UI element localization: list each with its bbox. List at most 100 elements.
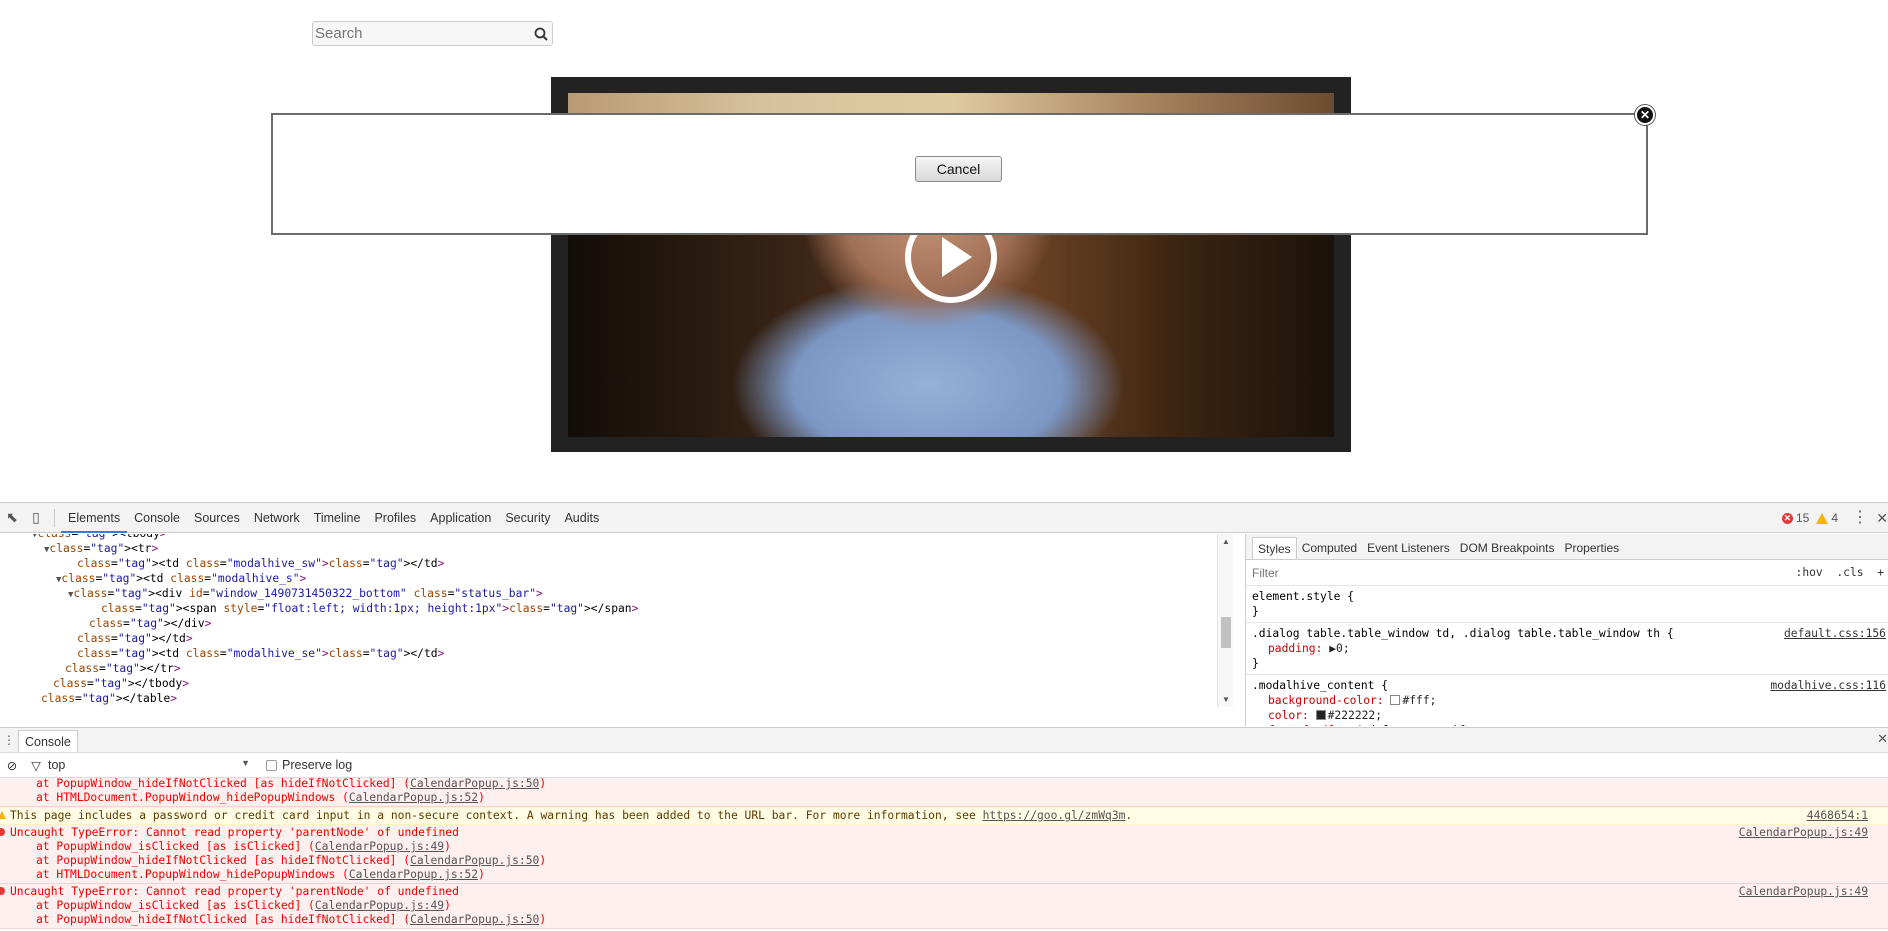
- scroll-up-icon[interactable]: ▲: [1222, 537, 1230, 546]
- warning-icon: [1816, 512, 1829, 524]
- console-error: Uncaught TypeError: Cannot read property…: [0, 825, 1888, 884]
- color-swatch[interactable]: [1315, 710, 1326, 720]
- search-icon[interactable]: [530, 23, 552, 45]
- styles-filter-input[interactable]: [1252, 565, 1407, 580]
- styles-tab-computed[interactable]: Computed: [1297, 537, 1362, 559]
- tab-application[interactable]: Application: [423, 503, 498, 533]
- clear-console-icon[interactable]: ⊘: [0, 758, 24, 773]
- dom-node[interactable]: class="tag"></table>: [0, 691, 1217, 706]
- style-rule[interactable]: .dialog table.table_window td, .dialog t…: [1246, 623, 1888, 675]
- scroll-down-icon[interactable]: ▼: [1222, 695, 1230, 704]
- color-swatch[interactable]: [1390, 695, 1401, 705]
- error-icon: ✕: [1781, 512, 1793, 524]
- filter-icon[interactable]: ▽: [24, 758, 48, 773]
- close-icon[interactable]: ✕: [1635, 105, 1655, 125]
- close-drawer-icon[interactable]: ✕: [1877, 731, 1888, 747]
- tab-profiles[interactable]: Profiles: [367, 503, 423, 533]
- tab-timeline[interactable]: Timeline: [307, 503, 368, 533]
- error-icon: [0, 887, 5, 895]
- dom-node[interactable]: ▼class="tag"><div id="window_14907314503…: [0, 586, 1217, 601]
- tab-audits[interactable]: Audits: [557, 503, 606, 533]
- new-rule-button[interactable]: +: [1877, 566, 1884, 579]
- scrollbar-thumb[interactable]: [1221, 617, 1231, 648]
- dom-node[interactable]: class="tag"></div>: [0, 616, 1217, 631]
- search-box[interactable]: [312, 21, 553, 46]
- style-property[interactable]: background-color: #fff;: [1252, 693, 1882, 708]
- style-property[interactable]: padding: ▶0;: [1252, 641, 1882, 656]
- hov-toggle[interactable]: :hov: [1796, 566, 1823, 579]
- styles-tab-properties[interactable]: Properties: [1559, 537, 1624, 559]
- tab-console[interactable]: Console: [127, 503, 187, 533]
- stack-frame: at PopupWindow_hideIfNotClicked [as hide…: [36, 778, 547, 790]
- stack-frame: at HTMLDocument.PopupWindow_hidePopupWin…: [36, 868, 485, 881]
- style-property[interactable]: color: #222222;: [1252, 708, 1882, 723]
- styles-tabs: Styles Computed Event Listeners DOM Breakpo…: [1246, 534, 1888, 560]
- source-link[interactable]: CalendarPopup.js:52: [349, 791, 478, 804]
- stack-frame: at PopupWindow_isClicked [as isClicked] …: [36, 899, 451, 912]
- dom-node[interactable]: ▼class="tag"><tr>: [0, 541, 1217, 556]
- dom-tree-scrollbar[interactable]: ▲ ▼: [1217, 534, 1233, 707]
- rule-close: }: [1252, 657, 1259, 670]
- source-link[interactable]: CalendarPopup.js:49: [1739, 826, 1868, 840]
- dom-node[interactable]: class="tag"></td>: [0, 631, 1217, 646]
- elements-pane: ▼class="tag"><tbody>▼class="tag"><tr>cla…: [0, 534, 1233, 708]
- style-rule[interactable]: element.style {}: [1246, 586, 1888, 623]
- styles-pane: Styles Computed Event Listeners DOM Breakpo…: [1245, 534, 1888, 726]
- rule-source-link[interactable]: default.css:156: [1784, 626, 1886, 641]
- dom-node[interactable]: ▼class="tag"><tbody>: [0, 534, 1217, 541]
- property-name: font-family:: [1268, 724, 1356, 726]
- more-options-icon[interactable]: ⋮: [1852, 503, 1868, 533]
- inspect-element-icon[interactable]: ⬉: [0, 503, 24, 533]
- context-select[interactable]: top ▼: [48, 758, 256, 772]
- cls-toggle[interactable]: .cls: [1836, 566, 1863, 579]
- source-link[interactable]: CalendarPopup.js:50: [410, 854, 539, 867]
- stack-frame: at HTMLDocument.PopupWindow_hidePopupWin…: [36, 791, 485, 804]
- cancel-button[interactable]: Cancel: [915, 156, 1002, 182]
- property-name: color:: [1268, 709, 1316, 722]
- dom-node[interactable]: class="tag"><td class="modalhive_se">cla…: [0, 646, 1217, 661]
- tab-sources[interactable]: Sources: [187, 503, 247, 533]
- tab-elements[interactable]: Elements: [61, 503, 128, 533]
- style-rule[interactable]: .modalhive_content {modalhive.css:116 bac…: [1246, 675, 1888, 726]
- tab-console[interactable]: Console: [18, 730, 78, 752]
- stack-frame: at PopupWindow_isClicked [as isClicked] …: [36, 840, 451, 853]
- source-link[interactable]: 4468654:1: [1807, 809, 1868, 823]
- error-message: Uncaught TypeError: Cannot read property…: [10, 885, 459, 898]
- dom-node[interactable]: ▼class="tag"><td class="modalhive_s">: [0, 571, 1217, 586]
- drawer-tabs: ⋮ Console: [0, 728, 1888, 753]
- dom-tree[interactable]: ▼class="tag"><tbody>▼class="tag"><tr>cla…: [0, 534, 1217, 707]
- styles-tab-event-listeners[interactable]: Event Listeners: [1362, 537, 1455, 559]
- source-link[interactable]: CalendarPopup.js:49: [315, 840, 444, 853]
- tab-network[interactable]: Network: [247, 503, 307, 533]
- tab-security[interactable]: Security: [498, 503, 557, 533]
- stack-frame: at PopupWindow_hideIfNotClicked [as hide…: [36, 854, 547, 867]
- rule-source-link[interactable]: modalhive.css:116: [1770, 678, 1886, 693]
- source-link[interactable]: CalendarPopup.js:49: [1739, 885, 1868, 899]
- property-name: padding:: [1268, 642, 1330, 655]
- dom-node[interactable]: class="tag"><td class="modalhive_sw">cla…: [0, 556, 1217, 571]
- search-input[interactable]: [313, 25, 530, 42]
- style-property[interactable]: font-family: Arial,sans-serif;: [1252, 723, 1882, 726]
- chevron-down-icon: ▼: [241, 758, 250, 768]
- device-mode-icon[interactable]: ▯: [24, 503, 48, 533]
- source-link[interactable]: CalendarPopup.js:49: [315, 899, 444, 912]
- preserve-log-checkbox[interactable]: Preserve log: [266, 758, 352, 772]
- info-link[interactable]: https://goo.gl/zmWq3m: [983, 809, 1126, 822]
- property-value: #222222;: [1327, 709, 1383, 722]
- source-link[interactable]: CalendarPopup.js:50: [410, 778, 539, 790]
- drawer-menu-icon[interactable]: ⋮: [0, 728, 18, 752]
- console-drawer: ⋮ Console ✕ ⊘ ▽ top ▼ Preserve log at Po…: [0, 727, 1888, 931]
- close-devtools-icon[interactable]: ✕: [1876, 503, 1888, 533]
- rule-selector: element.style {: [1252, 590, 1355, 603]
- issue-counts[interactable]: ✕ 15 4: [1781, 503, 1838, 533]
- dom-node[interactable]: class="tag"></tr>: [0, 661, 1217, 676]
- error-message: Uncaught TypeError: Cannot read property…: [10, 826, 459, 839]
- dom-node[interactable]: class="tag"></tbody>: [0, 676, 1217, 691]
- modal-dialog: Cancel: [271, 113, 1648, 235]
- styles-tab-styles[interactable]: Styles: [1252, 537, 1297, 559]
- source-link[interactable]: CalendarPopup.js:52: [349, 868, 478, 881]
- source-link[interactable]: CalendarPopup.js:50: [410, 913, 539, 926]
- styles-tab-dom-breakpoints[interactable]: DOM Breakpoints: [1455, 537, 1560, 559]
- checkbox[interactable]: [266, 759, 277, 771]
- dom-node[interactable]: class="tag"><span style="float:left; wid…: [0, 601, 1217, 616]
